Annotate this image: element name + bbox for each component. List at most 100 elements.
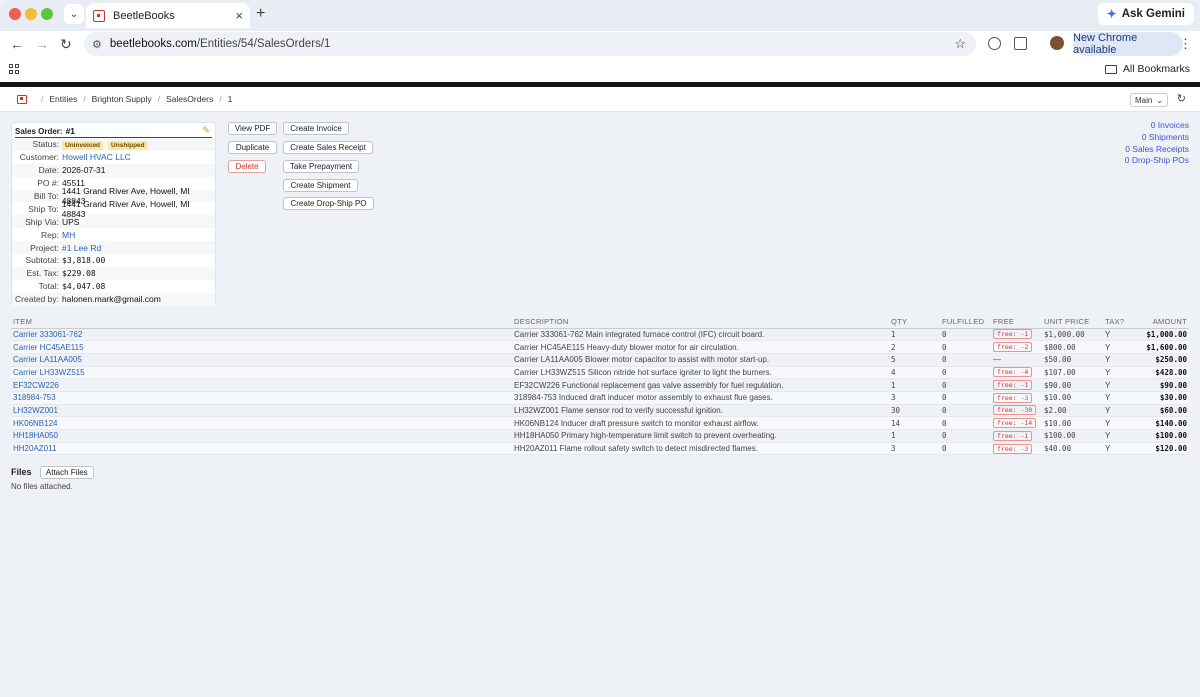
create-shipment-button[interactable]: Create Shipment <box>283 179 358 192</box>
edit-pencil-icon[interactable]: ✎ <box>202 125 210 136</box>
table-row: HK06NB124 HK06NB124 Inducer draft pressur… <box>11 416 1189 430</box>
order-field-row: Date: 2026-07-31 <box>12 163 215 177</box>
amount-cell: $250.00 <box>1139 353 1189 367</box>
site-info-icon[interactable]: ⚙ <box>92 38 102 51</box>
item-link[interactable]: 318984-753 <box>11 391 512 405</box>
fulfilled-cell: 0 <box>940 416 991 430</box>
field-label: Project: <box>30 242 59 253</box>
view-pdf-button[interactable]: View PDF <box>228 122 277 135</box>
delete-button[interactable]: Delete <box>228 160 266 173</box>
field-value-link[interactable]: #1 Lee Rd <box>62 243 101 253</box>
attach-files-button[interactable]: Attach Files <box>39 466 94 479</box>
fulfilled-cell: 0 <box>940 353 991 367</box>
free-cell: free: -30 <box>991 404 1042 418</box>
free-cell: free: -4 <box>991 366 1042 380</box>
field-value: $3,818.00 <box>62 255 106 265</box>
invoices-count-link[interactable]: 0 Invoices <box>1125 120 1189 132</box>
close-tab-icon[interactable]: × <box>235 8 243 23</box>
field-value: $4,047.08 <box>62 281 106 291</box>
reload-icon[interactable]: ↻ <box>60 36 72 53</box>
item-link[interactable]: LH32WZ001 <box>11 404 512 418</box>
item-description: HH18HA050 Primary high-temperature limit… <box>512 429 889 443</box>
shipments-count-link[interactable]: 0 Shipments <box>1125 132 1189 144</box>
field-label: Created by: <box>15 294 59 305</box>
home-logo-icon[interactable] <box>17 94 27 104</box>
qty-cell: 14 <box>889 416 940 430</box>
item-link[interactable]: EF32CW226 <box>11 378 512 392</box>
unit-price-cell: $50.00 <box>1042 353 1103 367</box>
field-label: Subtotal: <box>25 255 59 266</box>
fulfilled-cell: 0 <box>940 340 991 354</box>
item-link[interactable]: Carrier HC45AE115 <box>11 340 512 354</box>
order-field-row: Est. Tax: $229.08 <box>12 266 215 280</box>
field-value-link[interactable]: MH <box>62 230 75 240</box>
create-drop-ship-po-button[interactable]: Create Drop-Ship PO <box>283 197 374 210</box>
apps-grid-icon[interactable] <box>9 64 19 74</box>
item-description: LH32WZ001 Flame sensor rod to verify suc… <box>512 404 889 418</box>
back-arrow-icon[interactable]: ← <box>10 36 24 52</box>
qty-cell: 3 <box>889 391 940 405</box>
field-label: Customer: <box>19 152 59 163</box>
fulfilled-cell: 0 <box>940 429 991 443</box>
order-field-row: Subtotal: $3,818.00 <box>12 254 215 267</box>
table-row: Carrier HC45AE115 Carrier HC45AE115 Heavy… <box>11 340 1189 354</box>
item-link[interactable]: HK06NB124 <box>11 416 512 430</box>
tax-cell: Y <box>1103 404 1139 418</box>
free-cell: free: -14 <box>991 416 1042 430</box>
item-link[interactable]: Carrier LA11AA005 <box>11 353 512 367</box>
breadcrumb-entity[interactable]: Brighton Supply <box>92 94 152 104</box>
amount-cell: $60.00 <box>1139 404 1189 418</box>
tax-cell: Y <box>1103 340 1139 354</box>
drop-ship-pos-count-link[interactable]: 0 Drop-Ship POs <box>1125 155 1189 167</box>
close-window-button[interactable] <box>9 8 21 20</box>
item-description: Carrier LH33WZ515 Silicon nitride hot su… <box>512 366 889 380</box>
new-chrome-available-button[interactable]: New Chrome available <box>1073 32 1183 56</box>
item-link[interactable]: Carrier 333061-762 <box>11 328 512 342</box>
new-tab-button[interactable]: + <box>256 5 265 23</box>
item-description: HH20AZ011 Flame rollout safety switch to… <box>512 442 889 456</box>
table-row: 318984-753 318984-753 Induced draft induc… <box>11 391 1189 405</box>
refresh-icon[interactable]: ↻ <box>1177 92 1186 105</box>
duplicate-button[interactable]: Duplicate <box>228 141 277 154</box>
address-bar[interactable]: ⚙ beetlebooks.com/Entities/54/SalesOrder… <box>84 32 976 56</box>
chevron-down-icon: ⌄ <box>1156 95 1163 105</box>
qty-cell: 1 <box>889 328 940 342</box>
browser-tab[interactable]: BeetleBooks × <box>86 3 250 28</box>
status-badge: Unshipped <box>108 140 148 150</box>
item-description: Carrier 333061-762 Main integrated furna… <box>512 328 889 342</box>
breadcrumb-salesorders[interactable]: SalesOrders <box>166 94 213 104</box>
unit-price-cell: $100.00 <box>1042 429 1103 443</box>
field-value-link[interactable]: Howell HVAC LLC <box>62 152 131 162</box>
browser-menu-icon[interactable]: ⋮ <box>1179 36 1192 52</box>
tab-search-button[interactable]: ⌄ <box>64 4 84 24</box>
table-row: LH32WZ001 LH32WZ001 Flame sensor rod to v… <box>11 404 1189 418</box>
ask-gemini-button[interactable]: ✦ Ask Gemini <box>1097 3 1194 25</box>
sales-receipts-count-link[interactable]: 0 Sales Receipts <box>1125 144 1189 156</box>
extension-icon[interactable] <box>988 37 1001 50</box>
field-label: Est. Tax: <box>26 268 59 279</box>
qty-cell: 30 <box>889 404 940 418</box>
item-link[interactable]: HH18HA050 <box>11 429 512 443</box>
minimize-window-button[interactable] <box>25 8 37 20</box>
free-badge: free: -1 <box>993 380 1033 391</box>
bookmark-star-icon[interactable]: ☆ <box>954 36 966 52</box>
free-cell: free: -3 <box>991 391 1042 405</box>
take-prepayment-button[interactable]: Take Prepayment <box>283 160 359 173</box>
profile-avatar[interactable] <box>1050 36 1064 50</box>
free-badge: free: -1 <box>993 329 1033 340</box>
field-label: Ship Via: <box>25 216 59 227</box>
create-sales-receipt-button[interactable]: Create Sales Receipt <box>283 141 373 154</box>
free-badge: free: -3 <box>993 392 1033 403</box>
puzzle-extensions-icon[interactable] <box>1014 37 1027 50</box>
breadcrumb-entities[interactable]: Entities <box>49 94 77 104</box>
item-description: EF32CW226 Functional replacement gas val… <box>512 378 889 392</box>
forward-arrow-icon[interactable]: → <box>35 36 49 52</box>
create-invoice-button[interactable]: Create Invoice <box>283 122 349 135</box>
maximize-window-button[interactable] <box>41 8 53 20</box>
all-bookmarks-button[interactable]: All Bookmarks <box>1104 63 1190 75</box>
item-link[interactable]: HH20AZ011 <box>11 442 512 456</box>
order-field-row: Rep: MH <box>12 228 215 241</box>
breadcrumb: / Entities / Brighton Supply / SalesOrde… <box>0 87 1200 112</box>
view-select[interactable]: Main ⌄ <box>1130 93 1168 107</box>
item-link[interactable]: Carrier LH33WZ515 <box>11 366 512 380</box>
